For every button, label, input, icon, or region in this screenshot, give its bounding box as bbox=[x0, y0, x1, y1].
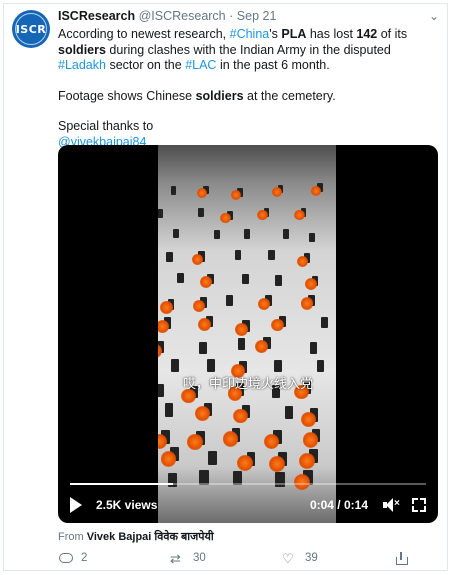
hashtag-ladakh[interactable]: #Ladakh bbox=[58, 58, 106, 72]
retweet-button[interactable]: ⇄ 30 bbox=[170, 552, 282, 565]
share-button[interactable] bbox=[394, 551, 409, 565]
play-icon[interactable] bbox=[70, 497, 84, 513]
like-button[interactable]: ♡ 39 bbox=[282, 552, 394, 565]
retweet-count: 30 bbox=[193, 552, 206, 564]
like-count: 39 bbox=[305, 552, 318, 564]
tweet-date[interactable]: Sep 21 bbox=[237, 9, 277, 23]
tweet-paragraph-2: Footage shows Chinese soldiers at the ce… bbox=[58, 88, 336, 103]
video-subtitle: 哎，中印边境火线入党 bbox=[182, 377, 313, 392]
retweet-icon: ⇄ bbox=[170, 550, 181, 566]
tweet-paragraph-1: According to newest research, #China's P… bbox=[58, 27, 408, 72]
hashtag-lac[interactable]: #LAC bbox=[185, 58, 216, 72]
view-count: 2.5K views bbox=[96, 498, 158, 512]
separator-dot: · bbox=[229, 9, 234, 23]
author-name[interactable]: ISCResearch bbox=[58, 9, 135, 23]
video-progress-bar[interactable] bbox=[70, 483, 426, 485]
reply-count: 2 bbox=[81, 552, 88, 564]
reply-icon bbox=[58, 552, 73, 565]
chevron-down-icon[interactable]: ⌄ bbox=[429, 9, 439, 23]
fullscreen-icon[interactable] bbox=[412, 498, 426, 512]
attribution-name[interactable]: Vivek Bajpai विवेक बाजपेयी bbox=[87, 531, 214, 543]
video-controls: 2.5K views 0:04 / 0:14 × bbox=[58, 487, 438, 523]
heart-icon: ♡ bbox=[282, 550, 294, 566]
share-icon bbox=[394, 551, 409, 565]
video-timer: 0:04 / 0:14 bbox=[309, 498, 368, 512]
video-attribution: From Vivek Bajpai विवेक बाजपेयी bbox=[58, 529, 214, 544]
tweet-actions: 2 ⇄ 30 ♡ 39 bbox=[58, 549, 428, 567]
video-player[interactable]: 哎，中印边境火线入党 2.5K views 0:04 / 0:14 × bbox=[58, 145, 438, 523]
mute-icon[interactable]: × bbox=[382, 497, 400, 513]
from-label: From bbox=[58, 531, 84, 543]
hashtag-china[interactable]: #China bbox=[230, 27, 270, 41]
video-progress-fill bbox=[70, 483, 174, 485]
video-frame bbox=[158, 145, 336, 523]
reply-button[interactable]: 2 bbox=[58, 552, 170, 565]
tweet-header: ISCResearch @ISCResearch · Sep 21 bbox=[58, 9, 276, 23]
author-handle[interactable]: @ISCResearch bbox=[139, 9, 226, 23]
avatar[interactable]: ISCR bbox=[12, 10, 50, 48]
